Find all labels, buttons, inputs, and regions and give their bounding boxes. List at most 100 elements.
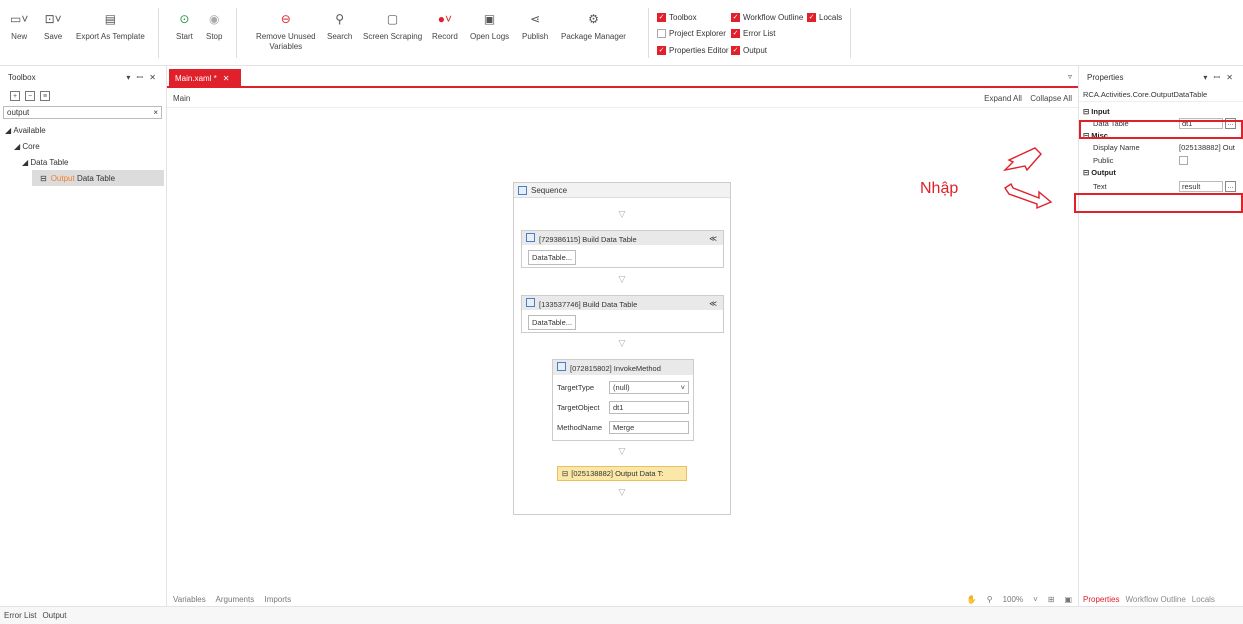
- collapse-chevron-icon[interactable]: ≪: [709, 299, 717, 308]
- text-output-input[interactable]: result: [1179, 181, 1223, 192]
- imports-tab[interactable]: Imports: [264, 595, 291, 604]
- package-manager-button[interactable]: ⚙ Package Manager: [561, 10, 626, 42]
- minus-circle-icon: ⊖: [280, 12, 291, 26]
- invoke-icon: [557, 362, 566, 371]
- clear-search-icon[interactable]: ×: [153, 108, 158, 117]
- target-object-input[interactable]: dt1: [609, 400, 689, 414]
- properties-header: Properties ▾ ꟷ ✕: [1079, 66, 1243, 88]
- expand-all-link[interactable]: Expand All: [984, 94, 1022, 103]
- start-button[interactable]: ⊙ Start: [176, 10, 193, 42]
- save-icon: ⊡˅: [44, 12, 62, 26]
- close-icon[interactable]: ✕: [223, 74, 230, 83]
- error-list-tab[interactable]: Error List: [4, 611, 36, 620]
- tab-locals[interactable]: Locals: [1192, 595, 1215, 604]
- collapse-icon[interactable]: −: [25, 91, 35, 101]
- tree-item-core[interactable]: ◢ Core: [0, 138, 166, 154]
- search-button[interactable]: ⚲ Search: [327, 10, 352, 42]
- search-icon: ⚲: [335, 12, 345, 26]
- variables-tab[interactable]: Variables: [173, 595, 206, 604]
- invoke-method-activity[interactable]: [072815802] InvokeMethod TargetType (nul…: [552, 359, 694, 441]
- save-button[interactable]: ⊡˅ Save: [44, 10, 62, 42]
- check-icon: ✓: [657, 13, 666, 22]
- toolbox-window-controls[interactable]: ▾ ꟷ ✕: [126, 72, 158, 83]
- check-icon: ✓: [731, 13, 740, 22]
- remove-unused-variables-button[interactable]: ⊖ Remove Unused Variables: [256, 10, 316, 52]
- category-output[interactable]: ⊟ Output: [1079, 167, 1243, 178]
- screen-scraping-button[interactable]: ▢ Screen Scraping: [363, 10, 422, 42]
- properties-window-controls[interactable]: ▾ ꟷ ✕: [1203, 72, 1235, 83]
- locals-checkbox[interactable]: ✓ Locals: [807, 13, 842, 22]
- tab-properties[interactable]: Properties: [1083, 595, 1119, 604]
- datatable-button[interactable]: DataTable...: [528, 315, 577, 330]
- sequence-activity[interactable]: Sequence ▽ [729386115] Build Data Table …: [513, 182, 731, 515]
- collapse-chevron-icon[interactable]: ≪: [709, 234, 717, 243]
- build-data-table-activity[interactable]: [729386115] Build Data Table ≪ DataTable…: [521, 230, 724, 268]
- ribbon-separator: [158, 8, 159, 58]
- workflow-outline-checkbox[interactable]: ✓ Workflow Outline: [731, 13, 803, 22]
- tab-menu-icon[interactable]: ▿: [1068, 72, 1072, 81]
- highlight-data-table-box: [1079, 120, 1243, 139]
- annotation-arrows-icon: [1002, 147, 1053, 210]
- export-as-template-button[interactable]: ▤ Export As Template: [76, 10, 145, 42]
- chevron-down-icon[interactable]: ˅: [1033, 595, 1038, 604]
- output-checkbox[interactable]: ✓ Output: [731, 46, 767, 55]
- expand-icon[interactable]: +: [10, 91, 20, 101]
- build-data-table-activity[interactable]: [133537746] Build Data Table ≪ DataTable…: [521, 295, 724, 333]
- collapse-all-link[interactable]: Collapse All: [1030, 94, 1072, 103]
- pan-hand-icon[interactable]: ✋: [967, 595, 977, 604]
- breadcrumb[interactable]: Main: [173, 94, 190, 103]
- tree-item-output-data-table[interactable]: ⊟ Output Data Table: [32, 170, 164, 186]
- output-table-icon: ⊟: [562, 469, 569, 478]
- publish-button[interactable]: ⋖ Publish: [522, 10, 548, 42]
- zoom-level[interactable]: 100%: [1003, 595, 1023, 604]
- package-icon: ⚙: [588, 12, 599, 26]
- output-data-table-activity[interactable]: ⊟ [025138882] Output Data T:: [557, 466, 687, 481]
- search-value: output: [7, 108, 30, 117]
- ribbon-separator: [236, 8, 237, 58]
- remove-unused-label-1: Remove Unused: [256, 32, 316, 41]
- category-input[interactable]: ⊟ Input: [1079, 106, 1243, 117]
- properties-editor-checkbox[interactable]: ✓ Properties Editor: [657, 46, 729, 55]
- expand-arrow-icon: ◢: [14, 141, 23, 151]
- check-icon: ✓: [731, 29, 740, 38]
- tree-item-data-table[interactable]: ◢ Data Table: [0, 154, 166, 170]
- ellipsis-button[interactable]: ...: [1225, 181, 1236, 192]
- datatable-button[interactable]: DataTable...: [528, 250, 577, 265]
- drop-arrow-icon: ▽: [618, 446, 626, 456]
- list-icon[interactable]: ≡: [40, 91, 50, 101]
- tree-item-available[interactable]: ◢ Available: [0, 122, 166, 138]
- toolbox-checkbox[interactable]: ✓ Toolbox: [657, 13, 697, 22]
- annotation-label: Nhập: [920, 180, 959, 197]
- error-list-checkbox[interactable]: ✓ Error List: [731, 29, 775, 38]
- tab-main-xaml[interactable]: Main.xaml * ✕: [169, 69, 241, 88]
- new-button[interactable]: ▭˅ New: [10, 10, 28, 42]
- open-logs-button[interactable]: ▣ Open Logs: [470, 10, 509, 42]
- record-button[interactable]: ●˅ Record: [432, 10, 458, 42]
- stop-button[interactable]: ◉ Stop: [206, 10, 222, 42]
- arguments-tab[interactable]: Arguments: [216, 595, 255, 604]
- activity-icon: ⊟: [40, 173, 47, 183]
- project-explorer-checkbox[interactable]: Project Explorer: [657, 29, 726, 38]
- public-checkbox[interactable]: [1179, 156, 1188, 165]
- properties-panel: Properties ▾ ꟷ ✕ RCA.Activities.Core.Out…: [1078, 66, 1243, 606]
- play-icon: ⊙: [179, 12, 190, 26]
- ribbon: ▭˅ New ⊡˅ Save ▤ Export As Template ⊙ St…: [0, 0, 1243, 66]
- display-name-input[interactable]: [025138882] Out: [1179, 143, 1243, 152]
- tab-workflow-outline[interactable]: Workflow Outline: [1125, 595, 1185, 604]
- stop-icon: ◉: [208, 12, 220, 26]
- toolbox-search-input[interactable]: output ×: [3, 106, 162, 119]
- ribbon-separator: [648, 8, 649, 58]
- zoom-icon[interactable]: ⚲: [987, 595, 993, 604]
- fit-screen-icon[interactable]: ⊞: [1048, 595, 1055, 604]
- method-name-input[interactable]: Merge: [609, 420, 689, 434]
- toolbox-panel: Toolbox ▾ ꟷ ✕ + − ≡ output × ◢ Available…: [0, 66, 167, 606]
- activity-type-label: RCA.Activities.Core.OutputDataTable: [1079, 88, 1243, 102]
- overview-icon[interactable]: ▣: [1064, 595, 1072, 604]
- check-icon: ✓: [807, 13, 816, 22]
- drop-arrow-icon: ▽: [618, 338, 626, 348]
- target-type-select[interactable]: (null) ˅: [609, 380, 689, 394]
- toolbox-header: Toolbox ▾ ꟷ ✕: [0, 66, 166, 88]
- drop-arrow-icon: ▽: [618, 274, 626, 284]
- output-tab[interactable]: Output: [42, 611, 66, 620]
- properties-title: Properties: [1087, 72, 1124, 82]
